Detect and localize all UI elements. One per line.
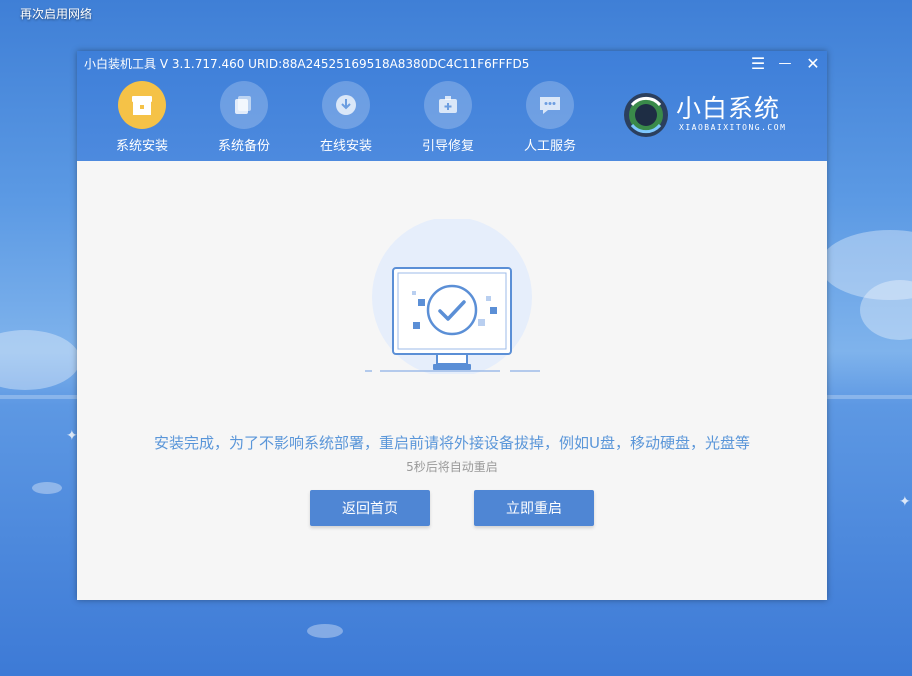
nav-item-boot-repair[interactable]: 引导修复 <box>397 81 499 157</box>
nav-label: 系统安装 <box>115 139 168 154</box>
desktop: ✦ ✦ 再次启用网络 小白装机工具 V 3.1.717.460 URID:88A… <box>0 0 912 676</box>
sparkle-icon: ✦ <box>66 428 78 444</box>
nav-item-system-install[interactable]: 系统安装 <box>91 81 193 157</box>
install-complete-message: 安装完成，为了不影响系统部署，重启前请将外接设备拔掉，例如U盘，移动硬盘，光盘等 <box>154 434 750 452</box>
install-complete-illustration <box>365 219 540 374</box>
desktop-shortcut-label[interactable]: 再次启用网络 <box>20 5 92 22</box>
cloud-decoration <box>307 624 343 638</box>
brand-url: XIAOBAIXITONG.COM <box>679 123 787 132</box>
nav-item-online-install[interactable]: 在线安装 <box>295 81 397 157</box>
chat-service-icon <box>526 81 574 129</box>
minimize-button[interactable]: — <box>773 53 797 75</box>
close-button[interactable]: ✕ <box>801 53 825 75</box>
cloud-decoration <box>0 330 80 390</box>
main-nav: 系统安装 系统备份 在线安装 引导修复 人工服务 <box>91 81 601 157</box>
window-title: 小白装机工具 V 3.1.717.460 URID:88A24525169518… <box>84 57 530 71</box>
menu-button[interactable]: ☰ <box>746 53 770 75</box>
nav-label: 人工服务 <box>523 139 576 154</box>
app-window: 小白装机工具 V 3.1.717.460 URID:88A24525169518… <box>77 51 827 600</box>
cloud-decoration <box>32 482 62 494</box>
restart-now-button[interactable]: 立即重启 <box>474 490 594 526</box>
install-box-icon <box>118 81 166 129</box>
nav-label: 引导修复 <box>421 139 474 154</box>
nav-label: 在线安装 <box>319 139 372 154</box>
nav-label: 系统备份 <box>217 139 270 154</box>
nav-item-customer-service[interactable]: 人工服务 <box>499 81 601 157</box>
back-home-button[interactable]: 返回首页 <box>310 490 430 526</box>
online-install-icon <box>322 81 370 129</box>
brand-name: 小白系统 <box>676 94 781 123</box>
brand-logo-icon <box>624 93 668 137</box>
backup-icon <box>220 81 268 129</box>
sparkle-icon: ✦ <box>899 494 911 510</box>
boot-repair-icon <box>424 81 472 129</box>
brand: 小白系统 XIAOBAIXITONG.COM <box>622 89 812 141</box>
content-area: 安装完成，为了不影响系统部署，重启前请将外接设备拔掉，例如U盘，移动硬盘，光盘等… <box>77 161 827 600</box>
nav-item-system-backup[interactable]: 系统备份 <box>193 81 295 157</box>
title-bar: 小白装机工具 V 3.1.717.460 URID:88A24525169518… <box>77 51 827 161</box>
restart-countdown: 5秒后将自动重启 <box>406 460 498 474</box>
